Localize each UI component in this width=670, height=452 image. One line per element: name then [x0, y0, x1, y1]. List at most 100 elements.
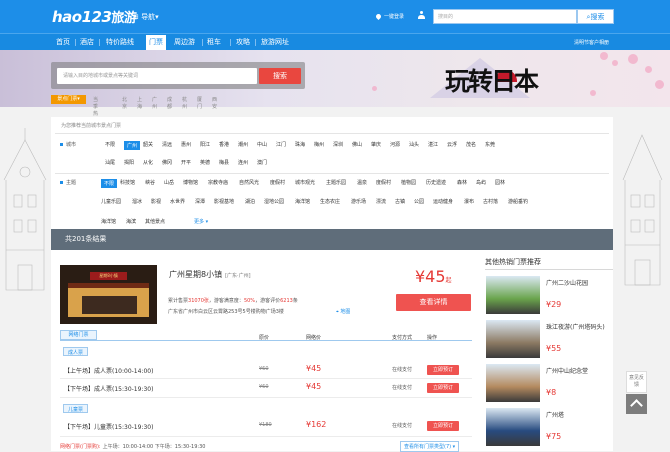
filter-item[interactable]: 从化: [143, 159, 153, 166]
top-search-input[interactable]: 搜目的: [433, 9, 577, 24]
nav-item-sites[interactable]: 旅游网址: [261, 37, 289, 47]
filter-item[interactable]: 瀑布: [464, 198, 474, 205]
product-image[interactable]: 星期8小镇: [60, 265, 157, 324]
recommend-name[interactable]: 广州二沙山花园: [546, 280, 608, 288]
filter-item[interactable]: 清远: [162, 141, 172, 148]
filter-item[interactable]: 香港: [219, 141, 229, 148]
nav-item-hotel[interactable]: 酒店: [80, 37, 94, 47]
filter-item[interactable]: 揭阳: [124, 159, 134, 166]
tab-online-tickets[interactable]: 网络门票: [60, 330, 97, 340]
filter-item[interactable]: 东莞: [485, 141, 495, 148]
filter-item[interactable]: 不限: [101, 179, 118, 188]
filter-item[interactable]: 溜冰: [132, 198, 142, 205]
feedback-button[interactable]: 意见反馈: [626, 371, 647, 393]
nav-right-link[interactable]: 清明节客户相册: [574, 39, 609, 46]
tag-tickets[interactable]: 景点门票▾: [51, 95, 86, 104]
tag-item[interactable]: 上海: [137, 96, 142, 110]
filter-item[interactable]: 园林: [495, 179, 505, 186]
filter-item[interactable]: 汕头: [409, 141, 419, 148]
filter-item[interactable]: 宗教寺庙: [208, 179, 228, 186]
filter-item[interactable]: 茂名: [466, 141, 476, 148]
filter-item[interactable]: 深圳: [333, 141, 343, 148]
filter-item[interactable]: 游乐场: [351, 198, 366, 205]
filter-item[interactable]: 梅县: [219, 159, 229, 166]
filter-item[interactable]: 生态农庄: [320, 198, 340, 205]
nav-item-guides[interactable]: 攻略: [236, 37, 250, 47]
filter-item[interactable]: 英德: [200, 159, 210, 166]
logo[interactable]: hao123旅游: [52, 7, 137, 26]
filter-item[interactable]: 海滨: [126, 218, 136, 225]
filter-item[interactable]: 运动健身: [433, 198, 453, 205]
filter-item[interactable]: 其他景点: [145, 218, 165, 225]
filter-item[interactable]: 影视基地: [214, 198, 234, 205]
recommend-image[interactable]: [486, 408, 540, 446]
filter-item[interactable]: 自然风光: [239, 179, 259, 186]
tag-item[interactable]: 广州: [152, 96, 157, 110]
filter-item[interactable]: 潮州: [238, 141, 248, 148]
user-icon[interactable]: [418, 11, 425, 19]
recommend-image[interactable]: [486, 320, 540, 358]
filter-item[interactable]: 佛山: [352, 141, 362, 148]
filter-item[interactable]: 森林: [457, 179, 467, 186]
filter-item[interactable]: 阳江: [200, 141, 210, 148]
filter-item[interactable]: 岛屿: [476, 179, 486, 186]
filter-item[interactable]: 肇庆: [371, 141, 381, 148]
recommend-image[interactable]: [486, 276, 540, 314]
filter-item[interactable]: 海洋馆: [295, 198, 310, 205]
filter-item[interactable]: 澳门: [257, 159, 267, 166]
tag-item[interactable]: 厦门: [197, 96, 202, 110]
filter-item[interactable]: 江门: [276, 141, 286, 148]
filter-item[interactable]: 儿童乐园: [101, 198, 121, 205]
book-button[interactable]: 立即预订: [427, 421, 459, 431]
nav-item-tickets[interactable]: 门票: [146, 35, 166, 50]
filter-item[interactable]: 连州: [238, 159, 248, 166]
recommend-name[interactable]: 广州中山纪念堂: [546, 368, 608, 376]
top-search-button[interactable]: ⌕搜索: [577, 9, 614, 24]
filter-item[interactable]: 历史遗迹: [426, 179, 446, 186]
filter-item[interactable]: 山岳: [164, 179, 174, 186]
main-search-input[interactable]: 请输入目的地城市或景点等关键词: [57, 68, 257, 84]
filter-item[interactable]: 湛江: [428, 141, 438, 148]
filter-item[interactable]: 古镇: [395, 198, 405, 205]
nav-select[interactable]: ⊞ 导航▾: [133, 12, 159, 22]
filter-more-link[interactable]: 更多 ▾: [194, 218, 208, 225]
filter-item[interactable]: 博物馆: [183, 179, 198, 186]
filter-item[interactable]: 度假村: [270, 179, 285, 186]
filter-item[interactable]: 公园: [414, 198, 424, 205]
main-search-button[interactable]: 搜索: [259, 68, 301, 84]
filter-item[interactable]: 惠州: [181, 141, 191, 148]
book-button[interactable]: 立即预订: [427, 365, 459, 375]
more-ticket-types[interactable]: 查看所有门票类型(7) ▾: [400, 441, 460, 452]
filter-item[interactable]: 海洋馆: [101, 218, 116, 225]
recommend-name[interactable]: 广州塔: [546, 412, 608, 420]
filter-item[interactable]: 度假村: [376, 179, 391, 186]
filter-item[interactable]: 中山: [257, 141, 267, 148]
tag-item[interactable]: 杭州: [182, 96, 187, 110]
filter-item[interactable]: 广州: [124, 141, 141, 150]
filter-item[interactable]: 不限: [105, 141, 115, 148]
filter-item[interactable]: 古村落: [483, 198, 498, 205]
detail-button[interactable]: 查看详情: [396, 294, 471, 311]
filter-item[interactable]: 河源: [390, 141, 400, 148]
filter-item[interactable]: 珠海: [295, 141, 305, 148]
filter-item[interactable]: 植物园: [401, 179, 416, 186]
book-button[interactable]: 立即预订: [427, 383, 459, 393]
filter-item[interactable]: 主题乐园: [326, 179, 346, 186]
filter-item[interactable]: 湖泊: [245, 198, 255, 205]
filter-item[interactable]: 科技馆: [120, 179, 135, 186]
nav-item-routes[interactable]: 特价路线: [106, 37, 134, 47]
filter-item[interactable]: 云浮: [447, 141, 457, 148]
product-title[interactable]: 广州星期8小镇 [广东·广州]: [169, 269, 251, 280]
filter-item[interactable]: 深潭: [195, 198, 205, 205]
nav-item-car[interactable]: 租车: [207, 37, 221, 47]
map-link[interactable]: ⌖ 地图: [336, 308, 350, 315]
filter-item[interactable]: 水世界: [170, 198, 185, 205]
filter-item[interactable]: 影视: [151, 198, 161, 205]
back-to-top-button[interactable]: [626, 394, 647, 414]
filter-item[interactable]: 漂流: [376, 198, 386, 205]
filter-item[interactable]: 游船垂钓: [508, 198, 528, 205]
recommend-image[interactable]: [486, 364, 540, 402]
nav-item-home[interactable]: 首页: [56, 37, 70, 47]
filter-item[interactable]: 汕尾: [105, 159, 115, 166]
login-link[interactable]: 一键登录: [374, 12, 404, 21]
